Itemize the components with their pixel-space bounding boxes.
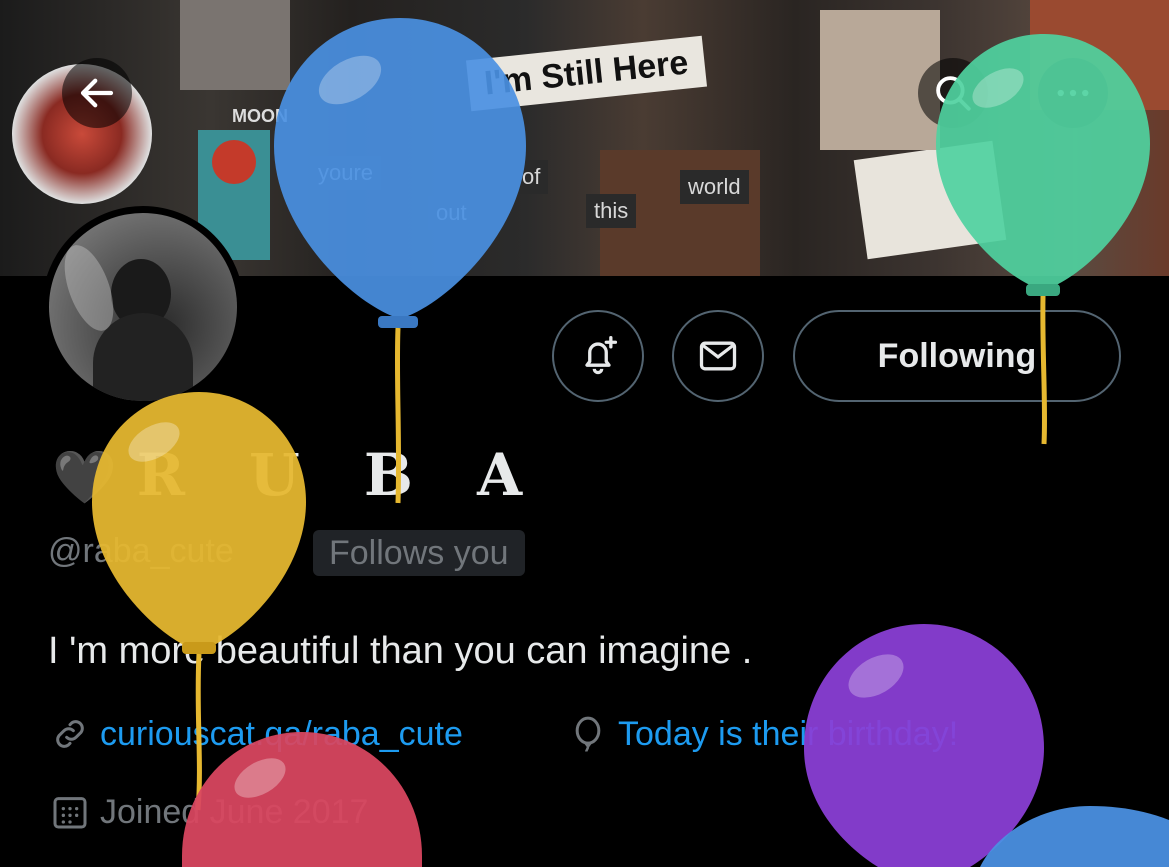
balloon-blue-icon — [274, 18, 526, 504]
banner-word-this: this — [586, 194, 637, 228]
message-button[interactable] — [672, 310, 764, 402]
notifications-button[interactable] — [552, 310, 644, 402]
balloon-green-icon — [936, 34, 1150, 445]
back-arrow-icon — [80, 78, 114, 108]
balloon-icon — [575, 716, 601, 752]
banner-collage-red — [212, 140, 256, 184]
avatar-photo — [49, 213, 237, 401]
calendar-icon — [53, 797, 87, 829]
banner-word-world: world — [680, 170, 749, 204]
mail-icon — [699, 341, 737, 371]
profile-avatar[interactable] — [42, 206, 244, 408]
follows-you-badge: Follows you — [313, 530, 525, 576]
balloon-red-icon — [182, 732, 422, 867]
balloon-lightblue-icon — [980, 806, 1169, 867]
link-icon — [56, 720, 84, 748]
bell-plus-icon — [585, 336, 618, 375]
back-button[interactable] — [62, 58, 132, 128]
